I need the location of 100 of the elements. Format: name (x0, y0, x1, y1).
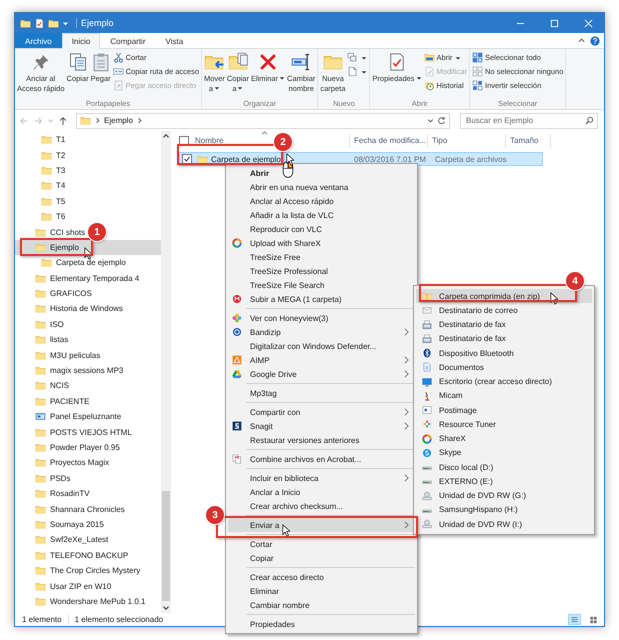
checked-page-icon[interactable] (34, 18, 45, 28)
checkbox[interactable] (182, 154, 192, 164)
maximize-icon[interactable] (550, 18, 559, 28)
menu-item[interactable]: Abrir en una nueva ventana (228, 180, 415, 194)
caret-icon[interactable] (427, 117, 434, 124)
menu-item[interactable]: Snagit (228, 419, 415, 433)
refresh-icon[interactable] (437, 116, 446, 125)
folder-item[interactable]: Proyectos Magix (15, 455, 112, 471)
folder-item[interactable]: T2 (15, 147, 68, 163)
folder-item[interactable]: T3 (15, 162, 68, 178)
menu-item[interactable]: EXTERNO (E:) (416, 474, 592, 488)
ribbon-tab[interactable]: Inicio (62, 33, 100, 49)
folder-icon[interactable] (48, 18, 59, 28)
close-icon[interactable] (584, 18, 593, 28)
folder-item[interactable]: T4 (15, 178, 68, 194)
folder-item[interactable]: Shannara Chronicles (15, 501, 127, 517)
menu-item[interactable]: AIMP (228, 353, 415, 367)
menu-item[interactable]: Digitalizar con Windows Defender... (228, 339, 415, 353)
scrollbar[interactable] (161, 131, 171, 613)
folder-item[interactable]: Wondershare MePub 1.0.1 (15, 594, 148, 610)
search-field[interactable]: Buscar en Ejemplo (460, 112, 598, 128)
menu-item[interactable]: SamsungHispano (H:) (416, 502, 592, 517)
folder-item[interactable]: The Crop Circles Mystery (15, 562, 142, 578)
menu-item[interactable]: Compartir con (228, 405, 415, 419)
menu-item[interactable]: TreeSize Professional (228, 264, 415, 278)
folder-item[interactable]: Swf2eXe_Latest (15, 532, 110, 548)
folder-item[interactable]: magix sessions MP3 (15, 362, 126, 378)
folder-item[interactable]: POSTS VIEJOS HTML (15, 424, 134, 440)
menu-item[interactable]: Incluir en biblioteca (228, 471, 415, 485)
menu-item[interactable]: Destinatario de correo (416, 303, 592, 318)
folder-item[interactable]: Historia de Windows (15, 301, 125, 317)
up-icon[interactable] (58, 116, 68, 126)
folder-item[interactable]: Soumaya 2015 (15, 516, 106, 532)
menu-item[interactable]: Reproducir con VLC (228, 222, 415, 236)
menu-item[interactable]: Destinatario de fax (416, 332, 592, 346)
folder-item[interactable]: GRAFICOS (15, 286, 94, 302)
address-field[interactable]: Ejemplo (76, 112, 450, 128)
menu-item[interactable]: Unidad de DVD RW (G:) (416, 488, 592, 503)
menu-item[interactable]: Documentos (416, 360, 592, 374)
ribbon-button[interactable] (346, 51, 368, 64)
menu-item[interactable]: Crear archivo checksum... (228, 499, 415, 513)
menu-item[interactable]: Mp3tag (228, 386, 415, 400)
menu-item[interactable]: Upload with ShareX (228, 236, 415, 250)
menu-item[interactable]: ShareX (416, 432, 592, 446)
menu-item[interactable]: Subir a MEGA (1 carpeta) (228, 292, 415, 306)
caret-icon[interactable] (62, 20, 69, 26)
folder-item[interactable]: M3U peliculas (15, 347, 102, 363)
folder-item[interactable]: PSDs (15, 470, 72, 486)
menu-item[interactable]: Disco local (D:) (416, 460, 592, 474)
menu-item[interactable]: Combine archivos en Acrobat... (228, 452, 415, 466)
column-header[interactable]: Fecha de modifica... (350, 134, 428, 148)
menu-item[interactable]: Copiar (228, 551, 415, 565)
help-icon[interactable] (590, 36, 600, 46)
menu-item[interactable]: Anclar al Acceso rápido (228, 194, 415, 208)
ribbon-button[interactable] (346, 65, 368, 78)
chevron-icon[interactable] (136, 117, 143, 124)
folder-item[interactable]: Elementary Temporada 4 (15, 270, 142, 286)
menu-item[interactable]: Resource Tuner (416, 417, 592, 432)
menu-item[interactable]: Postimage (416, 403, 592, 418)
ribbon-tab[interactable]: Vista (156, 33, 194, 48)
menu-item[interactable]: Dispositivo Bluetooth (416, 346, 592, 360)
menu-item[interactable]: Bandizip (228, 325, 415, 339)
folder-item[interactable]: PACIENTE (15, 394, 92, 410)
folder-item[interactable]: T6 (15, 208, 68, 224)
menu-item[interactable]: Destinatario de fax (416, 318, 592, 332)
scrollbar-thumb[interactable] (162, 491, 170, 601)
folder-item[interactable]: TELEFONO BACKUP (15, 548, 130, 563)
folder-item[interactable]: T1 (15, 132, 68, 148)
folder-icon[interactable] (20, 18, 31, 28)
menu-item[interactable]: Cambiar nombre (228, 598, 415, 612)
menu-item[interactable]: Google Drive (228, 367, 415, 381)
details-view-button[interactable] (568, 614, 581, 624)
column-header[interactable]: Tipo (428, 134, 506, 148)
menu-item[interactable]: Micam (416, 388, 592, 403)
folder-item[interactable]: ISO (15, 316, 66, 332)
folder-item[interactable]: Carpeta de ejemplo (15, 255, 128, 271)
ribbon-tab[interactable]: Compartir (100, 33, 156, 48)
menu-item[interactable]: Crear acceso directo (228, 570, 415, 584)
menu-item[interactable]: Escritorio (crear acceso directo) (416, 374, 592, 389)
folder-item[interactable]: Usar ZIP en W10 (15, 578, 114, 594)
folder-item[interactable]: Powder Player 0.95 (15, 440, 122, 456)
folder-item[interactable]: listas (15, 332, 70, 348)
folder-item[interactable]: T5 (15, 194, 68, 209)
breadcrumb[interactable]: Ejemplo (104, 116, 133, 125)
menu-item[interactable]: Skype (416, 446, 592, 460)
menu-item[interactable]: Cortar (228, 537, 415, 551)
menu-item[interactable]: Unidad de DVD RW (I:) (416, 517, 592, 532)
menu-item[interactable]: Abrir (228, 166, 415, 180)
column-header[interactable]: Tamaño (506, 134, 551, 148)
menu-item[interactable]: TreeSize File Search (228, 278, 415, 292)
collapse-icon[interactable] (577, 36, 586, 45)
menu-item[interactable]: Propiedades (228, 617, 415, 631)
folder-item[interactable]: Panel Espeluznante (15, 409, 124, 424)
menu-item[interactable]: Enviar a (228, 518, 415, 532)
folder-item[interactable]: NCIS (15, 378, 72, 394)
folder-item[interactable]: CCI shots (15, 224, 88, 240)
menu-item[interactable]: TreeSize Free (228, 250, 415, 264)
ribbon-tab[interactable]: Archivo (15, 33, 62, 48)
folder-item[interactable]: RosadinTV (15, 486, 92, 502)
chevron-icon[interactable] (94, 117, 101, 124)
